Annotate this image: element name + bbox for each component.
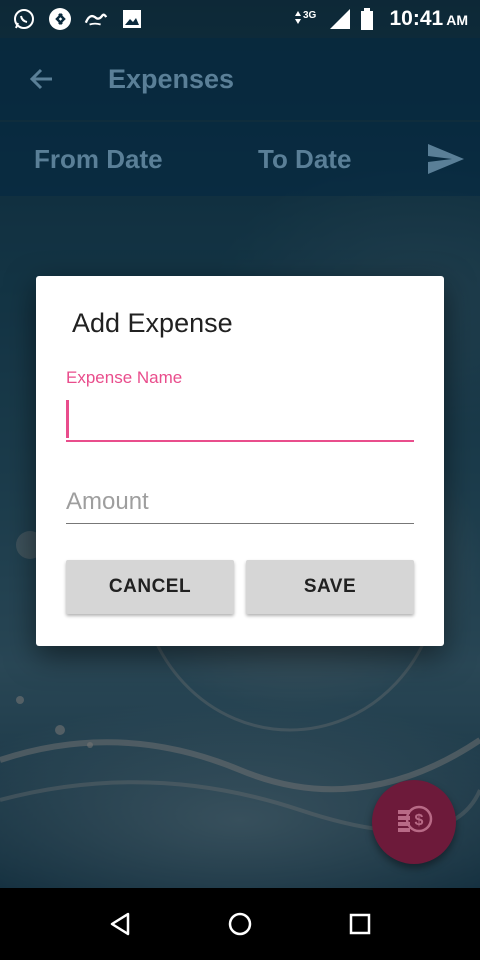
add-expense-dialog: Add Expense Expense Name CANCEL SAVE [36,276,444,646]
cancel-button[interactable]: CANCEL [66,560,234,614]
from-date-button[interactable]: From Date [34,144,163,175]
text-cursor [66,400,69,438]
svg-text:3G: 3G [303,10,317,21]
network-icon: 3G [292,7,322,31]
svg-text:$: $ [415,812,424,829]
gallery-icon [120,7,144,31]
clock-time: 10:41 [389,7,444,30]
clock-ampm: AM [446,12,468,28]
to-date-button[interactable]: To Date [258,144,351,175]
home-circle-icon[interactable] [226,910,254,938]
money-icon: $ [394,800,434,845]
back-triangle-icon[interactable] [106,910,134,938]
battery-icon [358,7,376,31]
status-bar: 3G 10:41 AM [0,0,480,38]
add-expense-fab[interactable]: $ [372,780,456,864]
whatsapp-icon [12,7,36,31]
page-title: Expenses [108,63,235,94]
app-icon [84,7,108,31]
navigation-bar [0,888,480,960]
signal-icon [328,7,352,31]
send-icon[interactable] [426,142,466,176]
clock: 10:41 AM [390,7,469,31]
arrow-back-icon[interactable] [14,51,70,107]
dialog-title: Add Expense [72,308,233,338]
save-button[interactable]: SAVE [246,560,414,614]
shazam-icon [48,7,72,31]
date-filter-bar: From Date To Date [0,122,480,196]
amount-input[interactable] [66,480,414,524]
expense-name-label: Expense Name [66,368,183,387]
recents-square-icon[interactable] [346,910,374,938]
expense-name-input[interactable] [66,394,414,442]
app-bar: Expenses [0,38,480,120]
